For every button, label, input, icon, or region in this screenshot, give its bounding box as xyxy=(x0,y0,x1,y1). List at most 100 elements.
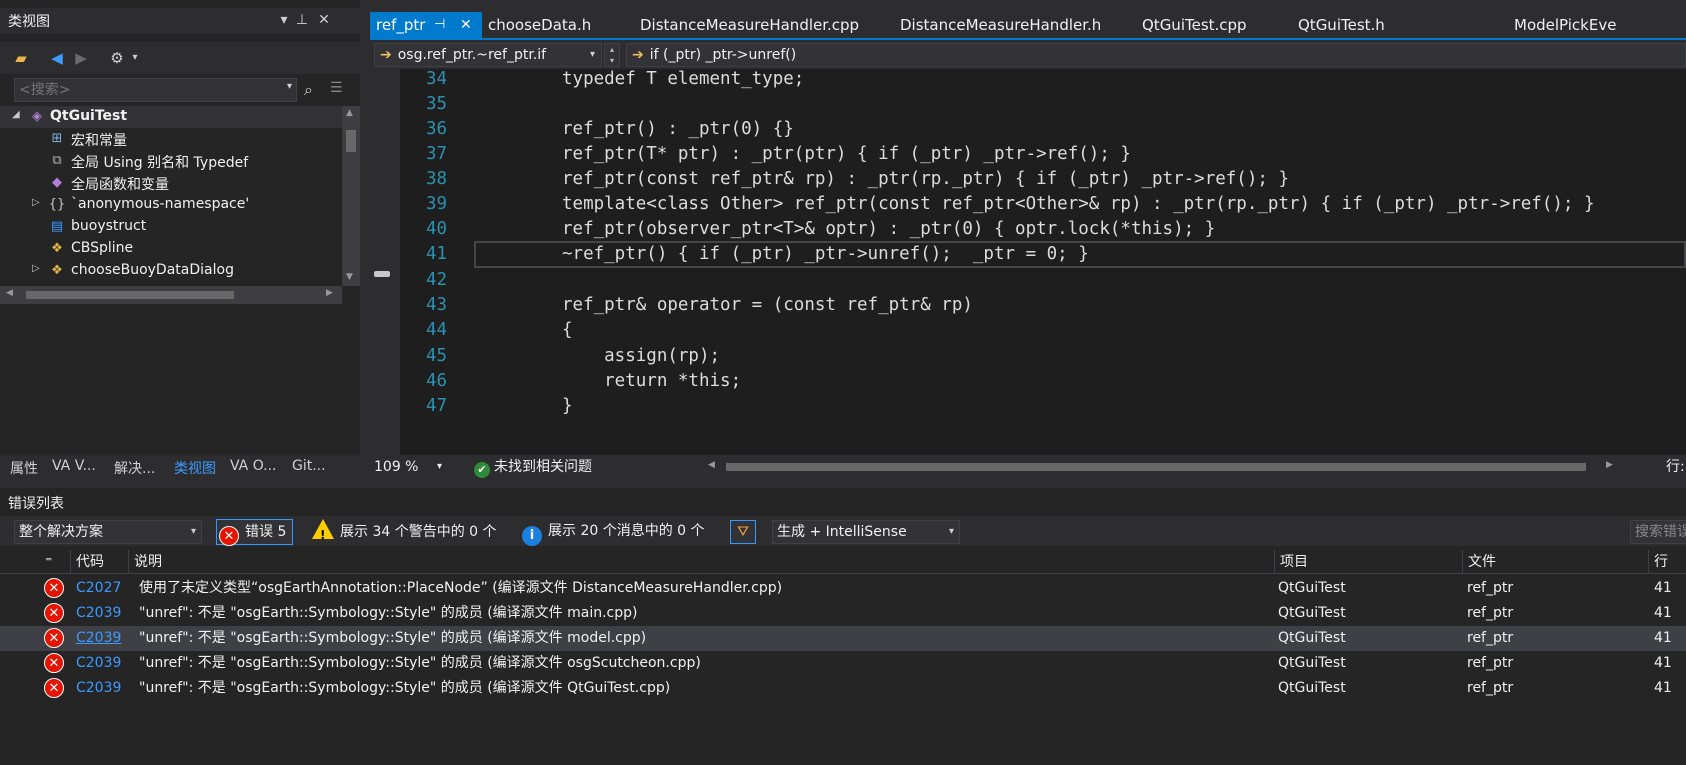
column-header-code[interactable]: 代码 xyxy=(70,550,128,574)
tab-qtguitest-h[interactable]: QtGuiTest.h xyxy=(1292,12,1385,38)
tab-va-view[interactable]: VA V... xyxy=(52,458,96,480)
scroll-right-arrow-icon[interactable]: ▶ xyxy=(1606,460,1613,470)
messages-toggle-button[interactable]: i 展示 20 个消息中的 0 个 xyxy=(520,519,705,546)
editor-horizontal-scrollbar[interactable]: ◀ ▶ xyxy=(706,459,1613,475)
error-code-link[interactable]: C2039 xyxy=(76,676,121,701)
tab-solution-explorer[interactable]: 解决... xyxy=(114,458,155,480)
scroll-down-arrow-icon[interactable]: ▼ xyxy=(346,272,353,282)
member-dropdown[interactable]: ➔ if (_ptr) _ptr->unref() xyxy=(626,43,1686,67)
code-editor[interactable]: 34 typedef T element_type; 35 36 ref_ptr()… xyxy=(370,69,1686,455)
class-view-search-box[interactable]: ▾ xyxy=(14,78,297,102)
scroll-right-arrow-icon[interactable]: ▶ xyxy=(326,288,333,298)
settings-dropdown-icon[interactable]: ▾ xyxy=(124,47,146,69)
back-arrow-icon[interactable]: ◀ xyxy=(46,47,68,69)
tab-properties[interactable]: 属性 xyxy=(10,458,38,480)
tab-qtguitest-cpp[interactable]: QtGuiTest.cpp xyxy=(1136,12,1247,38)
line-number: 42 xyxy=(426,270,448,290)
tree-item-cbspline[interactable]: ❖ CBSpline xyxy=(0,238,342,260)
search-history-dropdown-icon[interactable]: ▾ xyxy=(287,81,292,92)
code-line[interactable]: 47} xyxy=(370,393,1686,420)
tab-modelpickevent[interactable]: ModelPickEve xyxy=(1508,12,1616,38)
tab-choosedata-h[interactable]: chooseData.h xyxy=(482,12,591,38)
list-options-icon[interactable]: ☰ xyxy=(330,80,352,102)
tab-va-outline[interactable]: VA O... xyxy=(230,458,277,480)
code-line[interactable]: 36 ref_ptr() : _ptr(0) {} xyxy=(370,116,1686,143)
error-code-link[interactable]: C2039 xyxy=(76,601,121,626)
pin-icon[interactable]: ⊥ xyxy=(292,9,312,31)
tree-item-globals[interactable]: ◆ 全局函数和变量 xyxy=(0,172,342,194)
class-view-search-input[interactable] xyxy=(15,79,270,101)
issues-indicator[interactable]: ✔ 未找到相关问题 xyxy=(474,457,592,478)
code-line[interactable]: 35 xyxy=(370,91,1686,118)
error-code-link[interactable]: C2039 xyxy=(76,626,121,651)
panel-menu-dropdown-icon[interactable]: ▾ xyxy=(274,9,294,31)
tab-distancemeasurehandler-h[interactable]: DistanceMeasureHandler.h xyxy=(894,12,1101,38)
code-line[interactable]: 44 { xyxy=(370,317,1686,344)
error-row[interactable]: ✕ C2039 "unref": 不是 "osgEarth::Symbology… xyxy=(0,651,1686,676)
struct-icon: ▤ xyxy=(50,219,64,234)
code-line[interactable]: 46 return *this; xyxy=(370,368,1686,395)
tree-vertical-scrollbar[interactable]: ▲ ▼ xyxy=(342,106,360,286)
tree-item-project[interactable]: ◢ ◈ QtGuiTest xyxy=(0,106,342,128)
close-tab-icon[interactable]: ✕ xyxy=(460,12,472,38)
code-line[interactable]: 38 ref_ptr(const ref_ptr& rp) : _ptr(rp._… xyxy=(370,166,1686,193)
errors-toggle-button[interactable]: ✕ 错误 5 xyxy=(216,519,294,546)
scrollbar-thumb[interactable] xyxy=(346,130,356,152)
code-line[interactable]: 40 ref_ptr(observer_ptr<T>& optr) : _ptr(… xyxy=(370,216,1686,243)
column-header-description[interactable]: 说明 xyxy=(128,550,1274,574)
scroll-left-arrow-icon[interactable]: ◀ xyxy=(6,288,13,298)
tree-item-anonymous-namespace[interactable]: ▷ {} `anonymous-namespace' xyxy=(0,194,342,216)
tree-expander[interactable]: ◢ xyxy=(12,109,24,120)
line-code: ref_ptr(const ref_ptr& rp) : _ptr(rp._pt… xyxy=(562,169,1289,189)
tree-item-buoystruct[interactable]: ▤ buoystruct xyxy=(0,216,342,238)
column-header-project[interactable]: 项目 xyxy=(1274,550,1462,574)
code-line[interactable]: 39 template<class Other> ref_ptr(const re… xyxy=(370,191,1686,218)
tab-class-view[interactable]: 类视图 xyxy=(174,458,216,480)
error-search-input[interactable]: 搜索错误 xyxy=(1630,520,1686,544)
scroll-left-arrow-icon[interactable]: ◀ xyxy=(708,460,715,470)
tree-item-macros[interactable]: ⊞ 宏和常量 xyxy=(0,128,342,150)
tree-expander[interactable]: ▷ xyxy=(32,263,44,274)
error-code-link[interactable]: C2039 xyxy=(76,651,121,676)
forward-arrow-icon[interactable]: ▶ xyxy=(70,47,92,69)
line-number: 43 xyxy=(426,295,448,315)
tree-item-typedefs[interactable]: ⧉ 全局 Using 别名和 Typedef xyxy=(0,150,342,172)
close-panel-icon[interactable]: ✕ xyxy=(314,9,334,31)
error-row-selected[interactable]: ✕ C2039 "unref": 不是 "osgEarth::Symbology… xyxy=(0,626,1686,651)
error-row[interactable]: ✕ C2027 使用了未定义类型“osgEarthAnnotation::Pla… xyxy=(0,576,1686,601)
scrollbar-thumb[interactable] xyxy=(26,291,234,299)
code-line[interactable]: 45 assign(rp); xyxy=(370,343,1686,370)
tree-horizontal-scrollbar[interactable]: ◀ ▶ xyxy=(0,286,342,304)
scope-filter-dropdown[interactable]: 整个解决方案 ▾ xyxy=(14,520,202,544)
search-icon[interactable]: ⌕ xyxy=(304,80,326,102)
code-line[interactable]: 37 ref_ptr(T* ptr) : _ptr(ptr) { if (_ptr… xyxy=(370,141,1686,168)
column-header-line[interactable]: 行 xyxy=(1648,550,1686,574)
current-code-line[interactable]: 41 ~ref_ptr() { if (_ptr) _ptr->unref(); … xyxy=(426,241,1686,268)
code-line[interactable]: 34 typedef T element_type; xyxy=(370,69,1686,93)
tab-git[interactable]: Git... xyxy=(292,458,326,480)
column-sort-icon[interactable]: ⁼ xyxy=(40,550,70,574)
tree-expander[interactable]: ▷ xyxy=(32,197,44,208)
column-header-file[interactable]: 文件 xyxy=(1462,550,1648,574)
filter-icon[interactable]: ⛛ xyxy=(730,520,756,544)
new-folder-icon[interactable]: ▰ xyxy=(10,47,32,69)
scope-dropdown[interactable]: ➔ osg.ref_ptr.~ref_ptr.if ▾ xyxy=(374,43,602,67)
code-line[interactable]: 42 xyxy=(370,267,1686,294)
error-row[interactable]: ✕ C2039 "unref": 不是 "osgEarth::Symbology… xyxy=(0,601,1686,626)
code-line[interactable]: 43 ref_ptr& operator = (const ref_ptr& rp… xyxy=(370,292,1686,319)
pin-tab-icon[interactable]: ⊣ xyxy=(434,12,445,38)
class-view-panel: 类视图 ▾ ⊥ ✕ ▰ ◀ ▶ ⚙ ▾ ▾ ⌕ ☰ ◢ ◈ QtGuiTest … xyxy=(0,0,360,481)
error-code-link[interactable]: C2027 xyxy=(76,576,121,601)
build-filter-dropdown[interactable]: 生成 + IntelliSense ▾ xyxy=(772,520,960,544)
tab-ref-ptr[interactable]: ref_ptr ⊣ ✕ xyxy=(370,12,482,38)
warnings-toggle-button[interactable]: ! 展示 34 个警告中的 0 个 xyxy=(310,519,497,545)
tree-item-choosebuoydatadialog[interactable]: ▷ ❖ chooseBuoyDataDialog xyxy=(0,260,342,282)
editor-status-bar: 109 % ▾ ✔未找到相关问题 ◀ ▶ 行: 4 xyxy=(370,455,1686,479)
line-number: 45 xyxy=(426,346,448,366)
zoom-dropdown[interactable]: 109 % ▾ xyxy=(374,457,444,477)
scrollbar-thumb[interactable] xyxy=(726,463,1586,471)
scroll-up-arrow-icon[interactable]: ▲ xyxy=(346,108,353,118)
tab-distancemeasurehandler-cpp[interactable]: DistanceMeasureHandler.cpp xyxy=(634,12,859,38)
scope-stepper[interactable]: ▴ ▾ xyxy=(604,43,620,67)
error-row[interactable]: ✕ C2039 "unref": 不是 "osgEarth::Symbology… xyxy=(0,676,1686,701)
